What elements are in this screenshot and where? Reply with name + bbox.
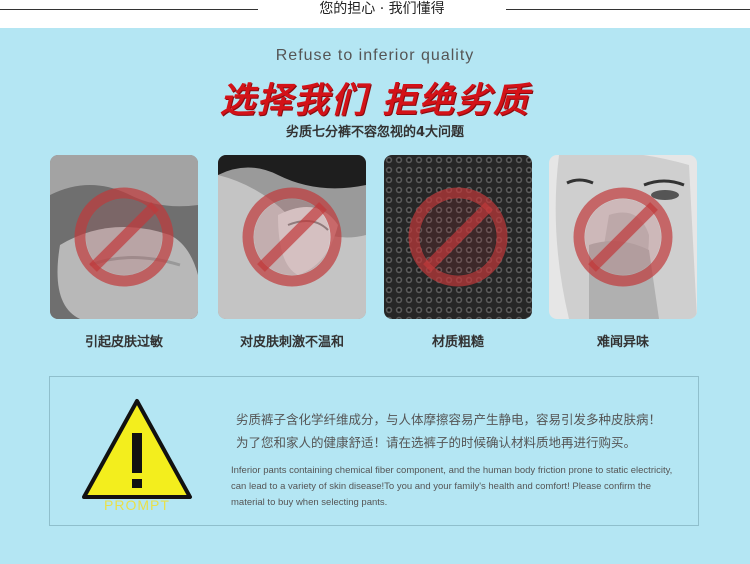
english-subtitle: Refuse to inferior quality [275, 47, 475, 64]
subheading: 劣质七分裤不容忽视的4大问题 [285, 125, 465, 140]
headline: 选择我们 拒绝劣质 [219, 81, 531, 121]
problem-label-1: 引起皮肤过敏 [84, 335, 163, 350]
problem-card-skin-irritation [218, 155, 366, 319]
prompt-text-en-line1: Inferior pants containing chemical fiber… [231, 465, 673, 476]
divider-left [0, 9, 258, 10]
prohibited-icon [74, 187, 174, 287]
prompt-text-en: Inferior pants containing chemical fiber… [231, 463, 696, 511]
problem-photo-fabric [384, 155, 532, 319]
prompt-text-en-line3: material to buy when selecting pants. [231, 497, 388, 508]
problem-label-3: 材质粗糙 [431, 335, 484, 350]
problem-label-2: 对皮肤刺激不温和 [239, 335, 344, 350]
problem-card-bad-odor [549, 155, 697, 319]
problem-photo-neck [218, 155, 366, 319]
prompt-text-en-line2: can lead to a variety of skin disease!To… [231, 481, 652, 492]
warning-triangle-icon [80, 397, 194, 509]
problem-photo-arm [50, 155, 198, 319]
content-panel: Refuse to inferior quality 选择我们 拒绝劣质 劣质七… [0, 28, 750, 564]
prompt-badge-label: PROMPT [104, 497, 170, 513]
divider-right [506, 9, 750, 10]
prompt-text-cn-line1: 劣质裤子含化学纤维成分，与人体摩擦容易产生静电，容易引发多种皮肤病！ [236, 412, 662, 427]
prompt-text-cn-line2: 为了您和家人的健康舒适！请在选裤子的时候确认材料质地再进行购买。 [236, 435, 637, 450]
prohibited-icon [408, 187, 508, 287]
section-title: 您的担心 · 我们懂得 [319, 1, 445, 17]
top-bar: 您的担心 · 我们懂得 [0, 0, 750, 28]
prompt-box: PROMPT 劣质裤子含化学纤维成分，与人体摩擦容易产生静电，容易引发多种皮肤病… [49, 376, 699, 526]
problem-card-skin-allergy [50, 155, 198, 319]
problem-photo-face [549, 155, 697, 319]
problem-card-rough-material [384, 155, 532, 319]
problem-label-4: 难闻异味 [596, 335, 649, 350]
prohibited-icon [573, 187, 673, 287]
prohibited-icon [242, 187, 342, 287]
